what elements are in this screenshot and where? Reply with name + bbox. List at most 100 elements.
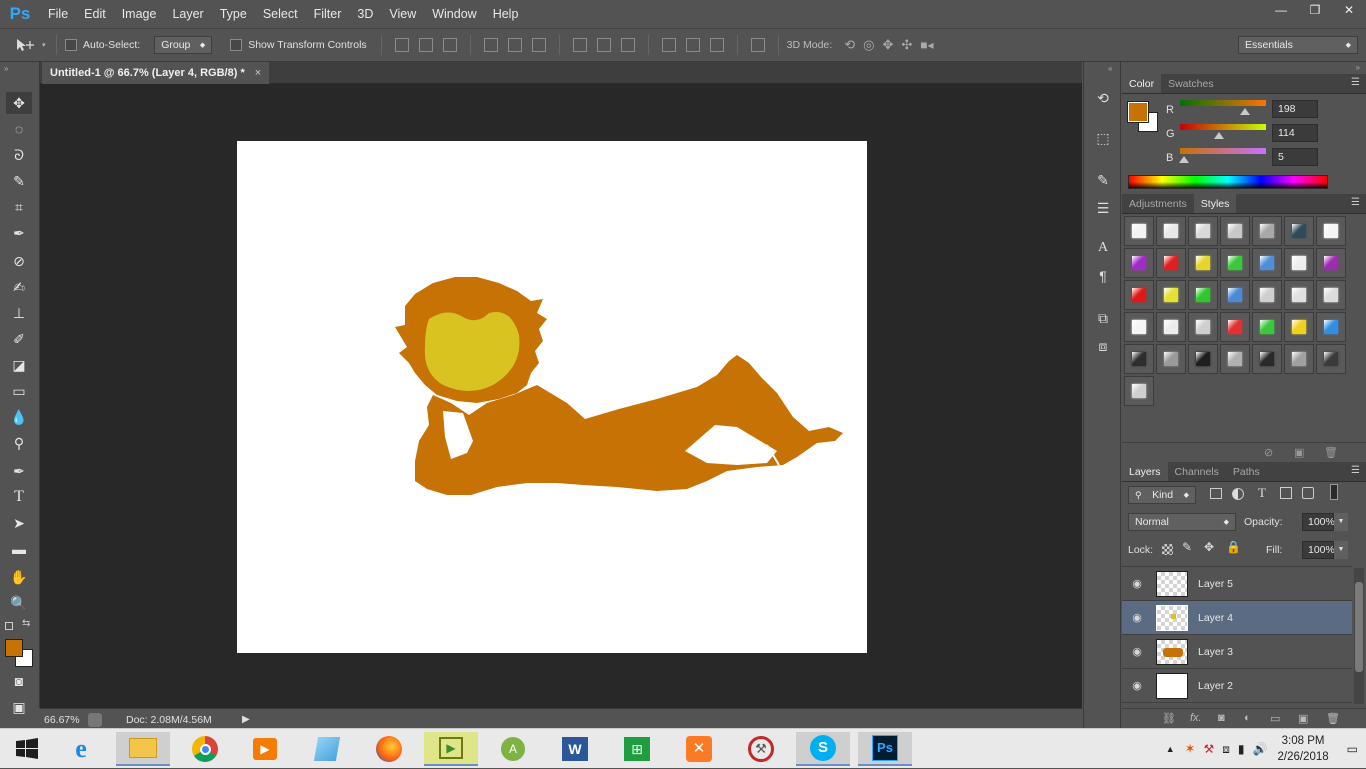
style-swatch[interactable] (1220, 216, 1250, 246)
layer-name[interactable]: Layer 5 (1198, 578, 1233, 590)
style-swatch[interactable] (1316, 216, 1346, 246)
3d-camera-icon[interactable]: ■◂ (920, 38, 933, 52)
filter-smart-object-icon[interactable] (1302, 487, 1314, 499)
distribute-bottom-icon[interactable] (620, 38, 635, 52)
filter-toggle-icon[interactable] (1330, 484, 1338, 500)
marquee-tool-icon[interactable]: ◌ (6, 118, 32, 140)
tray-app-icon[interactable]: ✶ (1185, 741, 1196, 757)
mask-icon[interactable]: ◙ (1218, 712, 1225, 724)
clone-stamp-tool-icon[interactable]: ⊥ (6, 302, 32, 324)
style-swatch[interactable] (1284, 216, 1314, 246)
menu-view[interactable]: View (381, 0, 424, 28)
video-app-icon[interactable]: ▶ (424, 732, 478, 766)
slider-r-track[interactable] (1180, 100, 1266, 106)
menu-type[interactable]: Type (212, 0, 255, 28)
slider-g-track[interactable] (1180, 124, 1266, 130)
style-swatch[interactable] (1284, 280, 1314, 310)
align-bottom-icon[interactable] (442, 38, 457, 52)
style-swatch[interactable] (1156, 216, 1186, 246)
style-swatch[interactable] (1220, 280, 1250, 310)
character-panel-icon[interactable]: A (1093, 238, 1113, 258)
align-right-icon[interactable] (531, 38, 546, 52)
tab-styles[interactable]: Styles (1193, 194, 1237, 213)
menu-3d[interactable]: 3D (349, 0, 381, 28)
file-explorer-icon[interactable] (116, 732, 170, 766)
style-swatch[interactable] (1156, 280, 1186, 310)
style-swatch[interactable] (1316, 312, 1346, 342)
new-style-icon[interactable]: ▣ (1294, 446, 1304, 459)
windows-start-icon[interactable] (0, 732, 54, 766)
battery-icon[interactable]: ▮ (1238, 742, 1245, 756)
layers-scrollbar[interactable] (1354, 568, 1364, 704)
panel-menu-icon[interactable]: ☰ (1351, 77, 1360, 88)
align-left-icon[interactable] (483, 38, 498, 52)
collapse-dock-icon[interactable]: « (1108, 64, 1112, 73)
store-icon[interactable]: ⊞ (610, 732, 664, 766)
style-swatch[interactable] (1284, 312, 1314, 342)
type-tool-icon[interactable]: T (6, 486, 32, 508)
foreground-color-swatch[interactable] (5, 639, 23, 657)
swap-colors-icon[interactable]: ⇆ (22, 618, 30, 629)
crop-tool-icon[interactable]: ⌗ (6, 196, 32, 218)
lasso-tool-icon[interactable]: ᘐ (6, 144, 32, 166)
internet-explorer-icon[interactable]: e (54, 732, 108, 766)
channel-b-input[interactable]: 5 (1272, 148, 1318, 166)
tab-adjustments[interactable]: Adjustments (1122, 194, 1194, 213)
restore-button[interactable]: ❐ (1298, 0, 1332, 20)
folder-icon[interactable]: ▭ (1270, 712, 1280, 725)
style-swatch[interactable] (1156, 312, 1186, 342)
color-spectrum-bar[interactable] (1128, 175, 1328, 189)
style-swatch[interactable] (1284, 344, 1314, 374)
style-swatch[interactable] (1220, 248, 1250, 278)
style-swatch[interactable] (1188, 280, 1218, 310)
layer-name[interactable]: Layer 2 (1198, 680, 1233, 692)
channel-g-input[interactable]: 114 (1272, 124, 1318, 142)
volume-icon[interactable]: 🔊 (1253, 742, 1268, 756)
menu-image[interactable]: Image (114, 0, 165, 28)
visibility-eye-icon[interactable]: ◉ (1122, 679, 1152, 692)
align-top-icon[interactable] (394, 38, 409, 52)
distribute-vcenter-icon[interactable] (596, 38, 611, 52)
channel-r-input[interactable]: 198 (1272, 100, 1318, 118)
3d-drag-icon[interactable]: ✥ (882, 37, 893, 53)
show-transform-checkbox[interactable] (230, 39, 243, 51)
panel-menu-icon[interactable]: ☰ (1351, 197, 1360, 208)
auto-align-icon[interactable] (750, 38, 765, 52)
style-swatch[interactable] (1284, 248, 1314, 278)
document-tab[interactable]: Untitled-1 @ 66.7% (Layer 4, RGB/8) * × (42, 62, 270, 84)
status-menu-arrow-icon[interactable]: ▶ (242, 714, 250, 725)
align-vcenter-icon[interactable] (418, 38, 433, 52)
link-icon[interactable]: ⛓ (1162, 712, 1176, 725)
menu-help[interactable]: Help (485, 0, 527, 28)
photoshop-logo-icon[interactable]: Ps (0, 0, 40, 28)
layers-scrollbar-thumb[interactable] (1355, 582, 1363, 672)
fx-icon[interactable]: fx. (1190, 712, 1202, 724)
layer-name[interactable]: Layer 4 (1198, 612, 1233, 624)
lock-transparent-icon[interactable] (1162, 544, 1173, 555)
network-icon[interactable]: ⧈ (1222, 742, 1230, 757)
layer-name[interactable]: Layer 3 (1198, 646, 1233, 658)
lock-position-icon[interactable]: ✥ (1204, 540, 1214, 554)
slider-r-thumb[interactable] (1240, 108, 1250, 115)
style-swatch[interactable] (1316, 248, 1346, 278)
tab-color[interactable]: Color (1122, 74, 1162, 93)
new-layer-icon[interactable]: ▣ (1298, 712, 1308, 725)
firefox-icon[interactable] (362, 732, 416, 766)
gradient-tool-icon[interactable]: ▭ (6, 380, 32, 402)
brush-tool-icon[interactable]: ✍ (6, 276, 32, 298)
eyedropper-tool-icon[interactable]: ✒ (6, 222, 32, 244)
delete-style-icon[interactable]: 🗑 (1324, 446, 1338, 459)
blend-mode-dropdown[interactable]: Normal ◆ (1128, 513, 1236, 531)
tab-swatches[interactable]: Swatches (1161, 74, 1221, 93)
healing-brush-tool-icon[interactable]: ⊘ (6, 250, 32, 272)
distribute-hcenter-icon[interactable] (685, 38, 700, 52)
properties-panel-icon[interactable]: ☰ (1093, 198, 1113, 218)
style-swatch[interactable] (1316, 280, 1346, 310)
style-swatch[interactable] (1188, 312, 1218, 342)
layer-row-layer-2[interactable]: ◉ Layer 2 (1122, 669, 1352, 703)
opacity-chevron-icon[interactable]: ▼ (1334, 513, 1348, 531)
eraser-tool-icon[interactable]: ◪ (6, 354, 32, 376)
layer-row-layer-5[interactable]: ◉ Layer 5 (1122, 567, 1352, 601)
align-hcenter-icon[interactable] (507, 38, 522, 52)
menu-filter[interactable]: Filter (306, 0, 350, 28)
